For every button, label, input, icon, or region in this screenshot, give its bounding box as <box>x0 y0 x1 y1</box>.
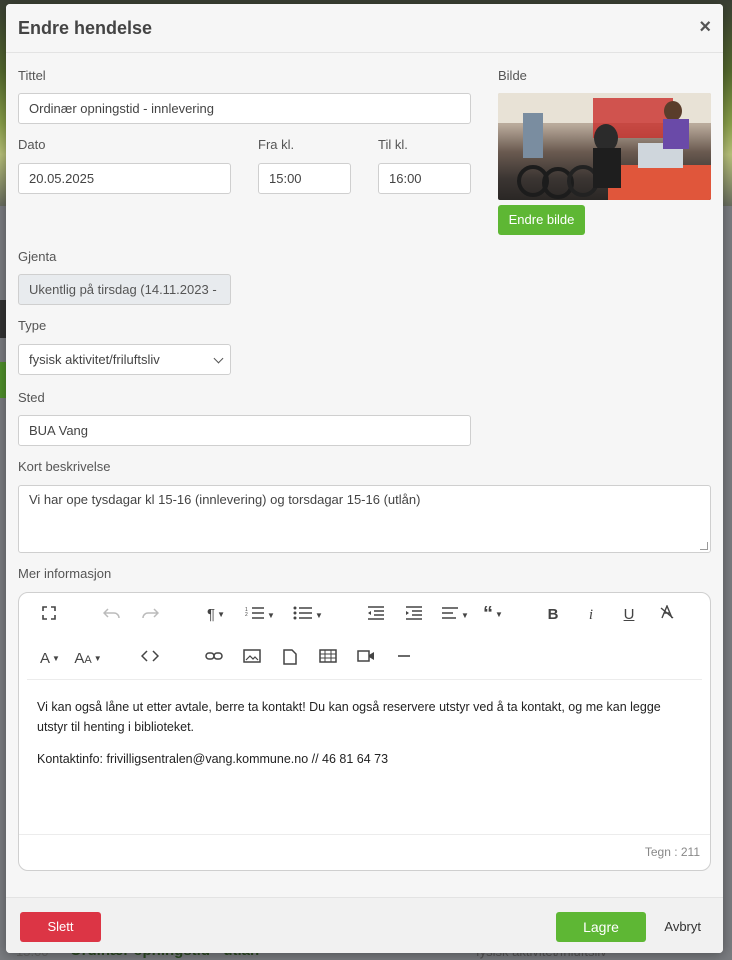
image-icon[interactable] <box>241 649 263 669</box>
italic-icon[interactable]: i <box>581 605 601 625</box>
fullscreen-icon[interactable] <box>39 606 59 626</box>
ordered-list-icon[interactable]: 1 2 ▼ <box>241 606 279 626</box>
repeat-field: Ukentlig på tirsdag (14.11.2023 - <box>18 274 231 305</box>
chevron-down-icon <box>213 353 224 364</box>
underline-icon[interactable]: U <box>619 605 639 625</box>
place-label: Sted <box>18 390 45 405</box>
short-description-textarea[interactable]: Vi har ope tysdagar kl 15-16 (innleverin… <box>18 485 711 553</box>
title-label: Tittel <box>18 68 46 83</box>
character-count: Tegn : 211 <box>644 845 700 859</box>
editor-content[interactable]: Vi kan også låne ut etter avtale, berre … <box>37 697 677 781</box>
close-icon[interactable]: × <box>699 17 711 37</box>
edit-event-modal: Endre hendelse × Tittel Ordinær opningst… <box>6 4 723 953</box>
file-icon[interactable] <box>279 649 301 669</box>
outdent-icon[interactable] <box>365 606 387 626</box>
type-select[interactable]: fysisk aktivitet/friluftsliv <box>18 344 231 375</box>
redo-icon[interactable] <box>139 606 161 626</box>
bold-icon[interactable]: B <box>543 605 563 625</box>
repeat-label: Gjenta <box>18 249 57 264</box>
cancel-button[interactable]: Avbryt <box>664 919 701 934</box>
event-image <box>498 93 711 200</box>
clear-format-icon[interactable] <box>657 604 677 625</box>
title-input[interactable]: Ordinær opningstid - innlevering <box>18 93 471 124</box>
delete-button[interactable]: Slett <box>20 912 101 942</box>
to-time-label: Til kl. <box>378 137 408 152</box>
font-family-icon[interactable]: A ▼ <box>35 649 65 669</box>
align-icon[interactable]: ▼ <box>439 606 471 626</box>
editor-footer-divider <box>19 834 710 835</box>
save-button[interactable]: Lagre <box>556 912 646 942</box>
place-input[interactable]: BUA Vang <box>18 415 471 446</box>
font-size-icon[interactable]: AA ▼ <box>71 649 105 669</box>
type-select-value: fysisk aktivitet/friluftsliv <box>29 352 160 367</box>
modal-title: Endre hendelse <box>18 18 153 38</box>
undo-icon[interactable] <box>101 606 123 626</box>
change-image-button[interactable]: Endre bilde <box>498 205 585 235</box>
paragraph-format-icon[interactable]: ¶ ▼ <box>201 605 231 625</box>
date-input[interactable]: 20.05.2025 <box>18 163 231 194</box>
editor-paragraph-contact: Kontaktinfo: frivilligsentralen@vang.kom… <box>37 752 389 766</box>
video-icon[interactable] <box>355 649 377 669</box>
code-view-icon[interactable] <box>139 649 161 669</box>
indent-icon[interactable] <box>403 606 425 626</box>
rich-text-editor: ¶ ▼ 1 2 ▼ ▼ ▼ “▼ B i U A ▼ AA ▼ Vi kan o… <box>18 592 711 871</box>
modal-header: Endre hendelse × <box>6 4 723 53</box>
short-description-label: Kort beskrivelse <box>18 459 111 474</box>
modal-footer: Slett Lagre Avbryt <box>6 897 723 953</box>
image-label: Bilde <box>498 68 527 83</box>
table-icon[interactable] <box>317 649 339 669</box>
horizontal-line-icon[interactable] <box>393 649 415 669</box>
date-label: Dato <box>18 137 46 152</box>
unordered-list-icon[interactable]: ▼ <box>289 606 327 626</box>
link-icon[interactable] <box>203 649 225 669</box>
from-time-input[interactable]: 15:00 <box>258 163 351 194</box>
event-photo-illustration <box>498 93 711 200</box>
editor-paragraph: Vi kan også låne ut etter avtale, berre … <box>37 700 661 734</box>
type-label: Type <box>18 318 47 333</box>
toolbar-divider <box>27 679 702 680</box>
to-time-input[interactable]: 16:00 <box>378 163 471 194</box>
quote-icon[interactable]: “▼ <box>477 604 509 624</box>
resize-handle-icon[interactable] <box>700 542 708 550</box>
svg-text:2: 2 <box>245 612 248 618</box>
more-info-label: Mer informasjon <box>18 566 112 581</box>
short-description-text: Vi har ope tysdagar kl 15-16 (innleverin… <box>29 492 421 507</box>
from-time-label: Fra kl. <box>258 137 295 152</box>
